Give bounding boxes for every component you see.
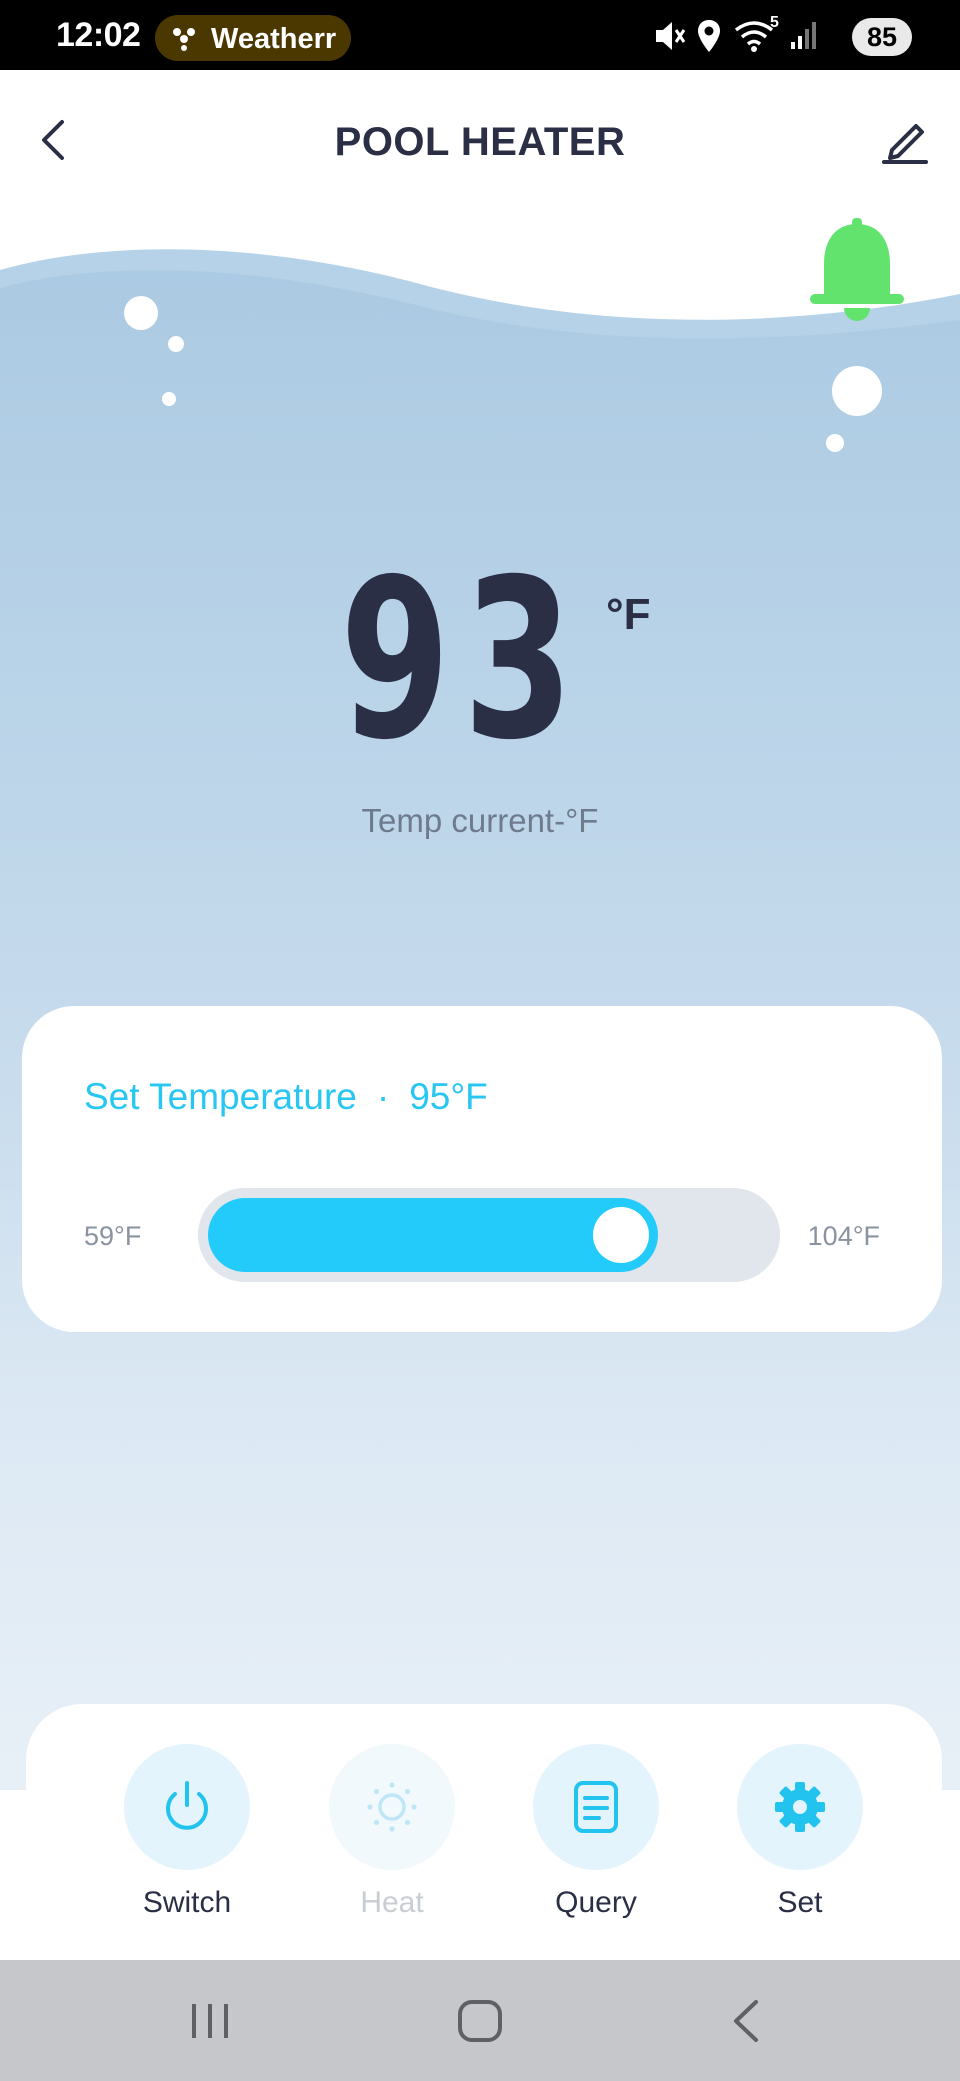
switch-button-circle[interactable] bbox=[124, 1744, 250, 1870]
set-button-circle[interactable] bbox=[737, 1744, 863, 1870]
system-nav-bar bbox=[0, 1960, 960, 2081]
action-bar: Switch Heat Query Set bbox=[26, 1704, 942, 1940]
slider-fill bbox=[208, 1198, 658, 1272]
set-temperature-label: Set Temperature bbox=[84, 1076, 357, 1117]
water-hero: 93 °F Temp current-°F bbox=[0, 210, 960, 1790]
set-temperature-title: Set Temperature · 95°F bbox=[84, 1076, 488, 1118]
bubble bbox=[168, 336, 184, 352]
switch-button[interactable]: Switch bbox=[112, 1744, 262, 1924]
bubble bbox=[162, 392, 176, 406]
set-button[interactable]: Set bbox=[725, 1744, 875, 1924]
recent-apps-icon[interactable] bbox=[180, 1996, 240, 2046]
current-temp-label: Temp current-°F bbox=[361, 802, 599, 839]
query-button-circle[interactable] bbox=[533, 1744, 659, 1870]
status-icons: 5 85 bbox=[652, 14, 912, 58]
status-bar: 12:02 Weatherr 5 85 bbox=[0, 0, 960, 70]
location-icon bbox=[698, 20, 720, 52]
sun-icon bbox=[367, 1782, 417, 1832]
notification-pill-text: Weatherr bbox=[211, 23, 337, 55]
set-label: Set bbox=[777, 1886, 823, 1919]
heat-button-circle[interactable] bbox=[329, 1744, 455, 1870]
title-separator: · bbox=[376, 1076, 390, 1117]
notification-pill[interactable]: Weatherr bbox=[155, 15, 351, 61]
battery-indicator: 85 bbox=[852, 18, 912, 56]
query-button[interactable]: Query bbox=[521, 1744, 671, 1924]
app-header: POOL HEATER bbox=[0, 70, 960, 210]
bubble bbox=[124, 296, 158, 330]
mute-icon bbox=[656, 22, 686, 50]
wifi-badge: 5 bbox=[770, 14, 779, 31]
gear-icon bbox=[775, 1782, 825, 1832]
current-temp-value: 93 bbox=[340, 532, 587, 788]
pencil-icon[interactable] bbox=[880, 114, 930, 166]
set-temperature-card: Set Temperature · 95°F 59°F 104°F bbox=[22, 1006, 942, 1332]
status-time: 12:02 bbox=[56, 16, 141, 54]
bubble bbox=[832, 366, 882, 416]
weather-app-icon bbox=[173, 28, 195, 51]
range-min-label: 59°F bbox=[84, 1221, 142, 1251]
heat-button[interactable]: Heat bbox=[317, 1744, 467, 1924]
temperature-slider[interactable] bbox=[198, 1188, 780, 1282]
set-temperature-value: 95°F bbox=[409, 1076, 488, 1117]
back-icon[interactable] bbox=[718, 1996, 778, 2046]
bubble bbox=[826, 434, 844, 452]
current-temp-unit: °F bbox=[606, 590, 651, 639]
page-title: POOL HEATER bbox=[334, 120, 626, 164]
range-max-label: 104°F bbox=[807, 1221, 880, 1251]
document-icon bbox=[574, 1781, 618, 1833]
bell-icon[interactable] bbox=[806, 218, 908, 338]
power-icon bbox=[166, 1781, 208, 1830]
slider-thumb[interactable] bbox=[592, 1207, 649, 1263]
signal-icon bbox=[791, 22, 816, 49]
switch-label: Switch bbox=[142, 1886, 232, 1919]
home-icon[interactable] bbox=[450, 1996, 510, 2046]
query-label: Query bbox=[555, 1886, 637, 1919]
water-background bbox=[0, 210, 960, 1790]
heat-label: Heat bbox=[360, 1886, 424, 1919]
